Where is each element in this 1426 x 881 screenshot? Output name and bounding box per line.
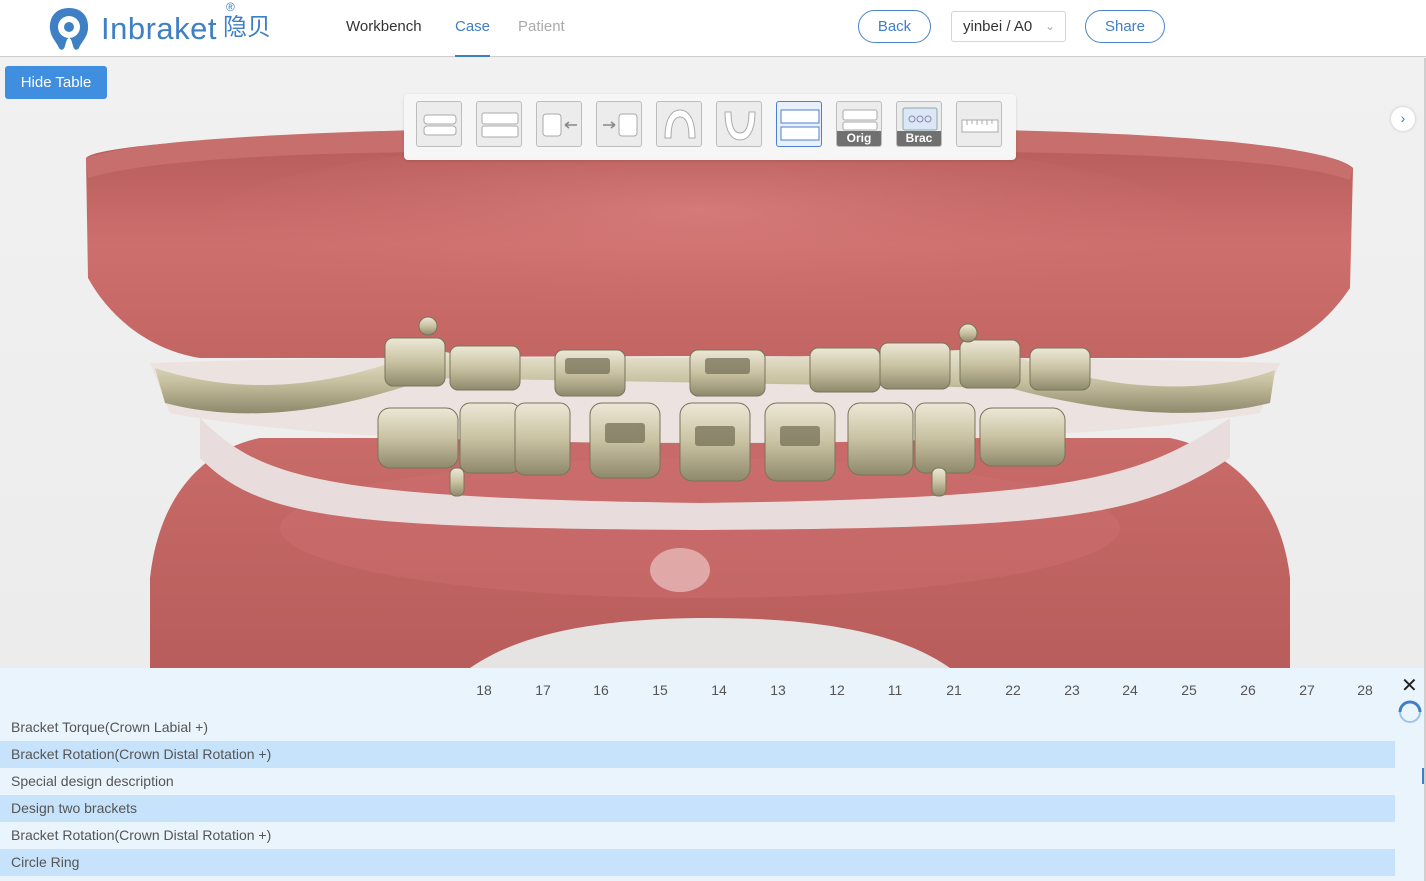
brac-label: Brac — [897, 131, 941, 146]
left-side-view-icon[interactable] — [596, 101, 642, 147]
table-row: Bracket Rotation(Crown Distal Rotation +… — [0, 741, 1395, 768]
tooth-column-header: 28 — [1357, 682, 1373, 698]
original-model-icon[interactable]: Orig — [836, 101, 882, 147]
tooth-column-header: 27 — [1299, 682, 1315, 698]
occlusion-full-icon[interactable] — [476, 101, 522, 147]
table-scrollbar[interactable] — [1422, 768, 1424, 784]
table-row: Bracket Rotation(Crown Distal Rotation +… — [11, 827, 272, 843]
tooth-column-header: 14 — [711, 682, 727, 698]
hide-table-button[interactable]: Hide Table — [5, 66, 107, 99]
tooth-column-header: 11 — [887, 682, 903, 698]
split-view-icon[interactable] — [776, 101, 822, 147]
right-side-view-icon[interactable] — [536, 101, 582, 147]
upper-arch-icon[interactable] — [656, 101, 702, 147]
logo-chinese-text: 隐贝 — [223, 14, 272, 41]
brand-logo: Inbraket 隐贝 — [46, 5, 271, 51]
nav-patient[interactable]: Patient — [518, 0, 565, 55]
orig-label: Orig — [837, 131, 881, 146]
nav-workbench[interactable]: Workbench — [346, 0, 422, 55]
share-button[interactable]: Share — [1085, 10, 1165, 43]
table-row: Special design description — [11, 773, 174, 789]
tooth-logo-icon — [49, 8, 89, 50]
close-icon[interactable]: ✕ — [1401, 675, 1418, 697]
table-row: Design two brackets — [0, 795, 1395, 822]
tooth-column-header: 12 — [829, 682, 845, 698]
tooth-column-header: 24 — [1122, 682, 1138, 698]
tooth-column-header: 15 — [652, 682, 668, 698]
bracket-icon[interactable]: Brac — [896, 101, 942, 147]
top-header: Inbraket 隐贝 ® Workbench Case Patient Bac… — [0, 0, 1426, 57]
case-select-value: yinbei / A0 — [963, 18, 1033, 35]
tooth-column-header: 13 — [770, 682, 786, 698]
tooth-column-header: 26 — [1240, 682, 1256, 698]
logo-text: Inbraket — [101, 10, 218, 46]
view-toolbar: Orig Brac — [404, 94, 1016, 160]
tooth-column-header: 18 — [476, 682, 492, 698]
chevron-down-icon: ⌄ — [1044, 19, 1055, 33]
table-row: Circle Ring — [0, 849, 1395, 876]
loading-spinner-icon — [1398, 700, 1422, 723]
tooth-column-header: 22 — [1005, 682, 1021, 698]
lower-arch-icon[interactable] — [716, 101, 762, 147]
case-select[interactable]: yinbei / A0 ⌄ — [951, 11, 1066, 42]
tooth-column-header: 25 — [1181, 682, 1197, 698]
registered-mark: ® — [226, 0, 235, 14]
table-row: Bracket Torque(Crown Labial +) — [11, 719, 209, 735]
tooth-column-header: 21 — [946, 682, 962, 698]
chevron-right-icon[interactable]: › — [1391, 107, 1415, 131]
ruler-icon[interactable] — [956, 101, 1002, 147]
occlusion-front-icon[interactable] — [416, 101, 462, 147]
tooth-column-header: 23 — [1064, 682, 1080, 698]
back-button[interactable]: Back — [858, 10, 931, 43]
tooth-column-header: 16 — [593, 682, 609, 698]
tooth-column-header: 17 — [535, 682, 551, 698]
nav-case[interactable]: Case — [455, 0, 491, 57]
